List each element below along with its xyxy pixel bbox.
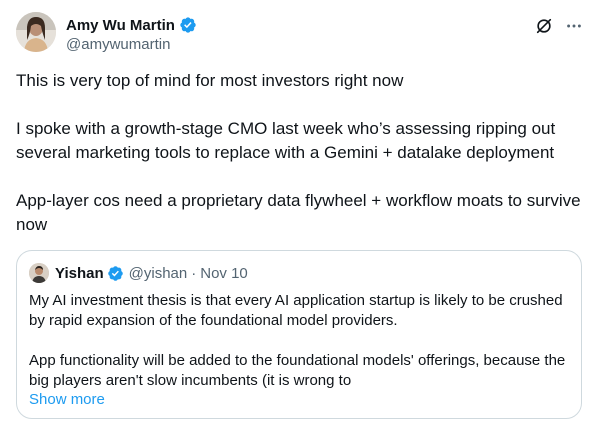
verified-badge-icon[interactable]: [179, 16, 197, 34]
quoted-author-avatar[interactable]: [29, 263, 49, 283]
tweet-top-actions: [534, 16, 584, 36]
quoted-author-display-name[interactable]: Yishan: [55, 265, 104, 282]
author-avatar[interactable]: [16, 12, 56, 52]
tweet-text: This is very top of mind for most invest…: [16, 71, 581, 234]
author-info: Amy Wu Martin @amywumartin: [66, 15, 197, 53]
quoted-tweet[interactable]: Yishan @yishan · Nov 10 My AI investment…: [16, 250, 582, 419]
show-more-link[interactable]: Show more: [29, 390, 105, 410]
author-display-name[interactable]: Amy Wu Martin: [66, 17, 175, 34]
quoted-tweet-header: Yishan @yishan · Nov 10: [29, 263, 248, 283]
quoted-tweet-date[interactable]: Nov 10: [200, 265, 248, 282]
quoted-tweet-text: My AI investment thesis is that every AI…: [29, 292, 566, 389]
verified-badge-icon[interactable]: [107, 265, 124, 282]
quoted-author-handle[interactable]: @yishan: [129, 265, 188, 282]
more-horizontal-icon[interactable]: [564, 16, 584, 36]
separator-dot: ·: [191, 264, 197, 282]
grok-icon[interactable]: [534, 16, 554, 36]
author-handle[interactable]: @amywumartin: [66, 36, 197, 53]
